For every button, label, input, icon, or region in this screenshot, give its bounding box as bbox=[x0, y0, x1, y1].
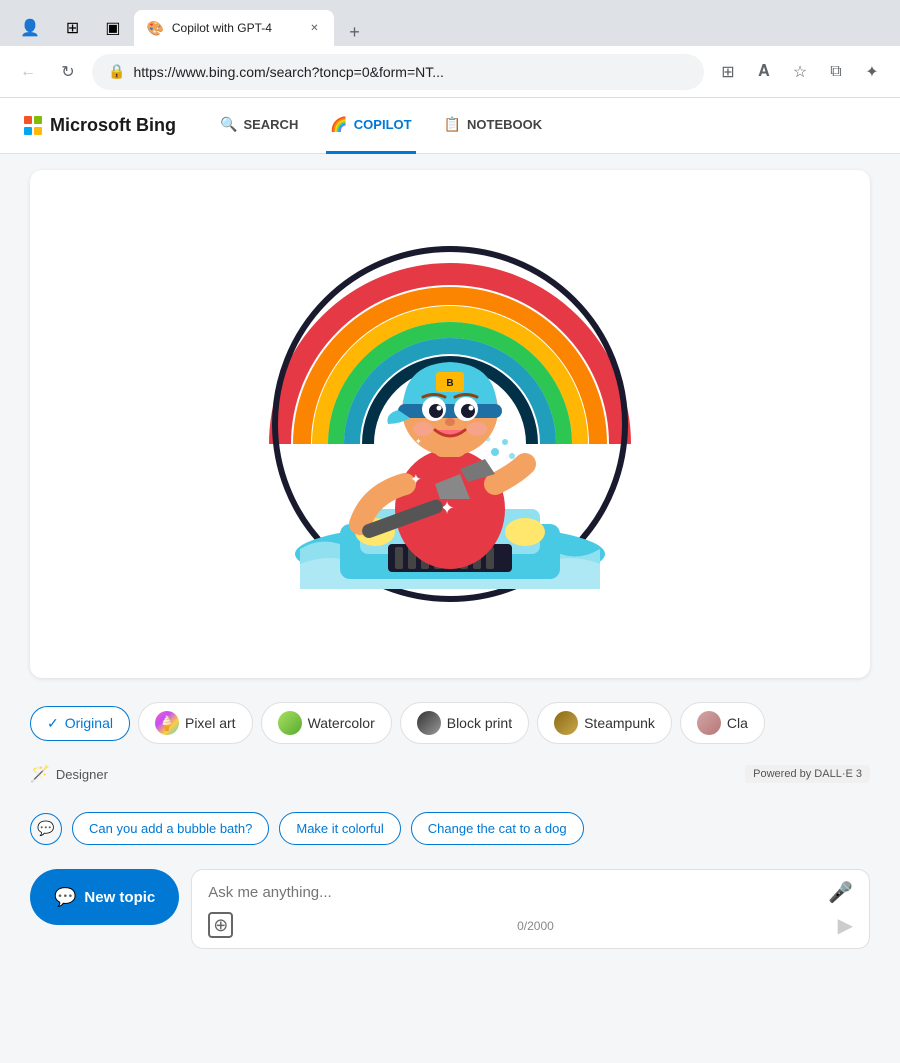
bing-nav-items: 🔍 SEARCH 🌈 COPILOT 📋 NOTEBOOK bbox=[216, 98, 546, 154]
search-label: SEARCH bbox=[243, 117, 298, 132]
designer-bar: 🪄 Designer Powered by DALL·E 3 bbox=[30, 764, 870, 784]
block-print-icon bbox=[417, 711, 441, 735]
new-topic-button[interactable]: 💬 New topic bbox=[30, 869, 179, 925]
sidebar-icon: ▣ bbox=[105, 18, 120, 38]
svg-text:✦: ✦ bbox=[415, 437, 422, 446]
chat-suggestions-icon: 💬 bbox=[30, 813, 62, 845]
address-bar[interactable]: 🔒 https://www.bing.com/search?toncp=0&fo… bbox=[92, 54, 704, 90]
tab-favicon: 🎨 bbox=[146, 20, 163, 37]
send-icon: ▶ bbox=[838, 915, 853, 937]
microphone-button[interactable]: 🎤 bbox=[828, 880, 853, 905]
style-pixel-art-label: Pixel art bbox=[185, 715, 236, 731]
chat-icon: 💬 bbox=[37, 820, 54, 837]
designer-label: 🪄 Designer bbox=[30, 764, 108, 784]
new-topic-label: New topic bbox=[84, 889, 155, 906]
nav-copilot[interactable]: 🌈 COPILOT bbox=[326, 98, 415, 154]
ms-logo bbox=[24, 116, 44, 136]
pixel-art-icon: 🍦 bbox=[155, 711, 179, 735]
suggestion-colorful[interactable]: Make it colorful bbox=[279, 812, 400, 845]
image-card: ✦ bbox=[30, 170, 870, 678]
cla-icon bbox=[697, 711, 721, 735]
watercolor-icon bbox=[278, 711, 302, 735]
style-original[interactable]: ✓ Original bbox=[30, 706, 130, 741]
favorites-button[interactable]: ☆ bbox=[784, 56, 816, 88]
address-text: https://www.bing.com/search?toncp=0&form… bbox=[133, 64, 688, 80]
image-search-button[interactable]: ⊕ bbox=[208, 915, 233, 936]
tab-inactive[interactable]: 👤 bbox=[8, 10, 52, 46]
image-search-icon: ⊕ bbox=[208, 912, 233, 938]
svg-text:B: B bbox=[446, 378, 453, 389]
generated-image: ✦ bbox=[220, 194, 680, 654]
suggestions-row: 💬 Can you add a bubble bath? Make it col… bbox=[30, 808, 870, 849]
style-block-print[interactable]: Block print bbox=[400, 702, 529, 744]
style-watercolor-label: Watercolor bbox=[308, 715, 375, 731]
steampunk-icon bbox=[554, 711, 578, 735]
copilot-icon: 🌈 bbox=[330, 116, 347, 133]
suggestion-bubble-bath[interactable]: Can you add a bubble bath? bbox=[72, 812, 269, 845]
collections-button[interactable]: ✦ bbox=[856, 56, 888, 88]
nav-search[interactable]: 🔍 SEARCH bbox=[216, 98, 302, 154]
notebook-icon: 📋 bbox=[444, 116, 461, 133]
message-input[interactable] bbox=[208, 884, 820, 901]
nav-notebook[interactable]: 📋 NOTEBOOK bbox=[440, 98, 547, 154]
split-screen-button[interactable]: ⧉ bbox=[820, 56, 852, 88]
bing-logo-text: Microsoft Bing bbox=[50, 115, 176, 136]
style-steampunk[interactable]: Steampunk bbox=[537, 702, 672, 744]
char-count: 0/2000 bbox=[517, 919, 554, 933]
new-tab-button[interactable]: + bbox=[340, 18, 368, 46]
powered-by-badge: Powered by DALL·E 3 bbox=[745, 765, 870, 783]
read-aloud-button[interactable]: 𝐀 bbox=[748, 56, 780, 88]
tab-title: Copilot with GPT-4 bbox=[172, 21, 299, 35]
new-topic-icon: 💬 bbox=[54, 887, 76, 908]
refresh-button[interactable]: ↻ bbox=[52, 56, 84, 88]
input-area: 💬 New topic 🎤 ⊕ 0/2000 ▶ bbox=[30, 869, 870, 949]
svg-text:✦: ✦ bbox=[410, 471, 422, 487]
bing-navigation: Microsoft Bing 🔍 SEARCH 🌈 COPILOT 📋 NOTE… bbox=[0, 98, 900, 154]
back-button[interactable]: ← bbox=[12, 56, 44, 88]
tab-grid-button[interactable]: ⊞ bbox=[712, 56, 744, 88]
style-pixel-art[interactable]: 🍦 Pixel art bbox=[138, 702, 253, 744]
send-button[interactable]: ▶ bbox=[838, 913, 853, 938]
bing-logo[interactable]: Microsoft Bing bbox=[24, 115, 176, 136]
notebook-label: NOTEBOOK bbox=[467, 117, 542, 132]
user-avatar-icon: 👤 bbox=[20, 18, 40, 38]
designer-text: Designer bbox=[56, 767, 108, 782]
suggestion-cat-to-dog[interactable]: Change the cat to a dog bbox=[411, 812, 584, 845]
style-original-label: Original bbox=[65, 715, 113, 731]
tab-close-button[interactable]: ✕ bbox=[306, 20, 322, 36]
designer-icon: 🪄 bbox=[30, 764, 50, 784]
check-icon: ✓ bbox=[47, 715, 59, 732]
input-box: 🎤 ⊕ 0/2000 ▶ bbox=[191, 869, 870, 949]
grid-icon: ⊞ bbox=[66, 18, 79, 38]
copilot-label: COPILOT bbox=[354, 117, 412, 132]
style-picker: ✓ Original 🍦 Pixel art Watercolor Block … bbox=[30, 694, 870, 752]
input-bottom: ⊕ 0/2000 ▶ bbox=[208, 913, 853, 938]
style-block-print-label: Block print bbox=[447, 715, 512, 731]
style-steampunk-label: Steampunk bbox=[584, 715, 655, 731]
style-cla-label: Cla bbox=[727, 715, 748, 731]
style-watercolor[interactable]: Watercolor bbox=[261, 702, 392, 744]
active-tab[interactable]: 🎨 Copilot with GPT-4 ✕ bbox=[134, 10, 334, 46]
tab-grid-icon[interactable]: ⊞ bbox=[54, 10, 91, 46]
main-content: ✦ bbox=[0, 154, 900, 1063]
tab-sidebar-icon[interactable]: ▣ bbox=[93, 10, 132, 46]
search-icon: 🔍 bbox=[220, 116, 237, 133]
input-top: 🎤 bbox=[208, 880, 853, 905]
lock-icon: 🔒 bbox=[108, 63, 125, 80]
svg-text:✦: ✦ bbox=[480, 446, 488, 457]
style-cla[interactable]: Cla bbox=[680, 702, 765, 744]
